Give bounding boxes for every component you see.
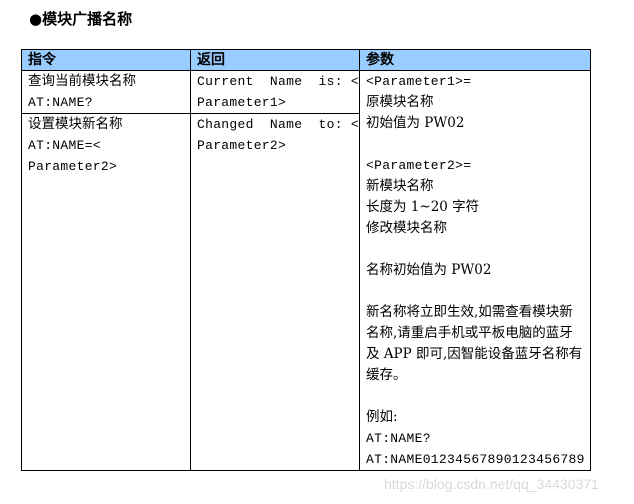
command-cell: 查询当前模块名称 AT:NAME? [21, 69, 191, 115]
response-text: Parameter2> [197, 138, 287, 154]
command-description: 设置模块新名称 [28, 116, 123, 133]
response-text: Parameter1> [197, 95, 287, 110]
response-cell: Current Name is: < Parameter1> [190, 69, 360, 115]
command-cell: 设置模块新名称 AT:NAME=< Parameter2> [21, 113, 191, 471]
table-header-row: 指令 返回 参数 [21, 49, 591, 71]
default-name: 名称初始值为 PW02 [366, 262, 492, 278]
section-title: ●模块广播名称 [29, 8, 132, 29]
section-title-text: 模块广播名称 [42, 10, 133, 28]
param2-desc: 新模块名称 [366, 178, 434, 194]
response-cell: Changed Name to: < Parameter2> [190, 113, 360, 471]
param1-default: 初始值为 PW02 [366, 115, 465, 131]
command-text: AT:NAME=< [28, 138, 101, 154]
command-text: Parameter2> [28, 159, 118, 175]
example-query: AT:NAME? [366, 431, 431, 446]
header-response: 返回 [190, 49, 360, 71]
at-command-table: 指令 返回 参数 查询当前模块名称 AT:NAME? Current Name … [21, 49, 591, 471]
parameters-cell: <Parameter1>= 原模块名称 初始值为 PW02 <Parameter… [359, 70, 591, 471]
header-parameters: 参数 [359, 49, 591, 71]
table-row: 查询当前模块名称 AT:NAME? Current Name is: < Par… [21, 69, 591, 471]
example-set: AT:NAME01234567890123456789 [366, 452, 585, 467]
param2-length: 长度为 1~20 字符 [366, 199, 480, 215]
bullet-icon: ● [29, 10, 43, 28]
command-description: 查询当前模块名称 [28, 73, 136, 89]
command-text: AT:NAME? [28, 95, 93, 110]
param2-label: <Parameter2>= [366, 158, 472, 173]
example-label: 例如: [366, 409, 398, 425]
watermark: https://blog.csdn.net/qq_34430371 [384, 476, 599, 492]
param1-desc: 原模块名称 [366, 94, 434, 110]
response-text: Changed Name to: < [197, 117, 360, 133]
header-command: 指令 [21, 49, 191, 71]
param1-label: <Parameter1>= [366, 74, 472, 89]
response-text: Current Name is: < [197, 74, 360, 89]
param2-action: 修改模块名称 [366, 220, 447, 236]
note-text: 新名称将立即生效,如需查看模块新名称,请重启手机或平板电脑的蓝牙及 APP 即可… [366, 304, 583, 383]
